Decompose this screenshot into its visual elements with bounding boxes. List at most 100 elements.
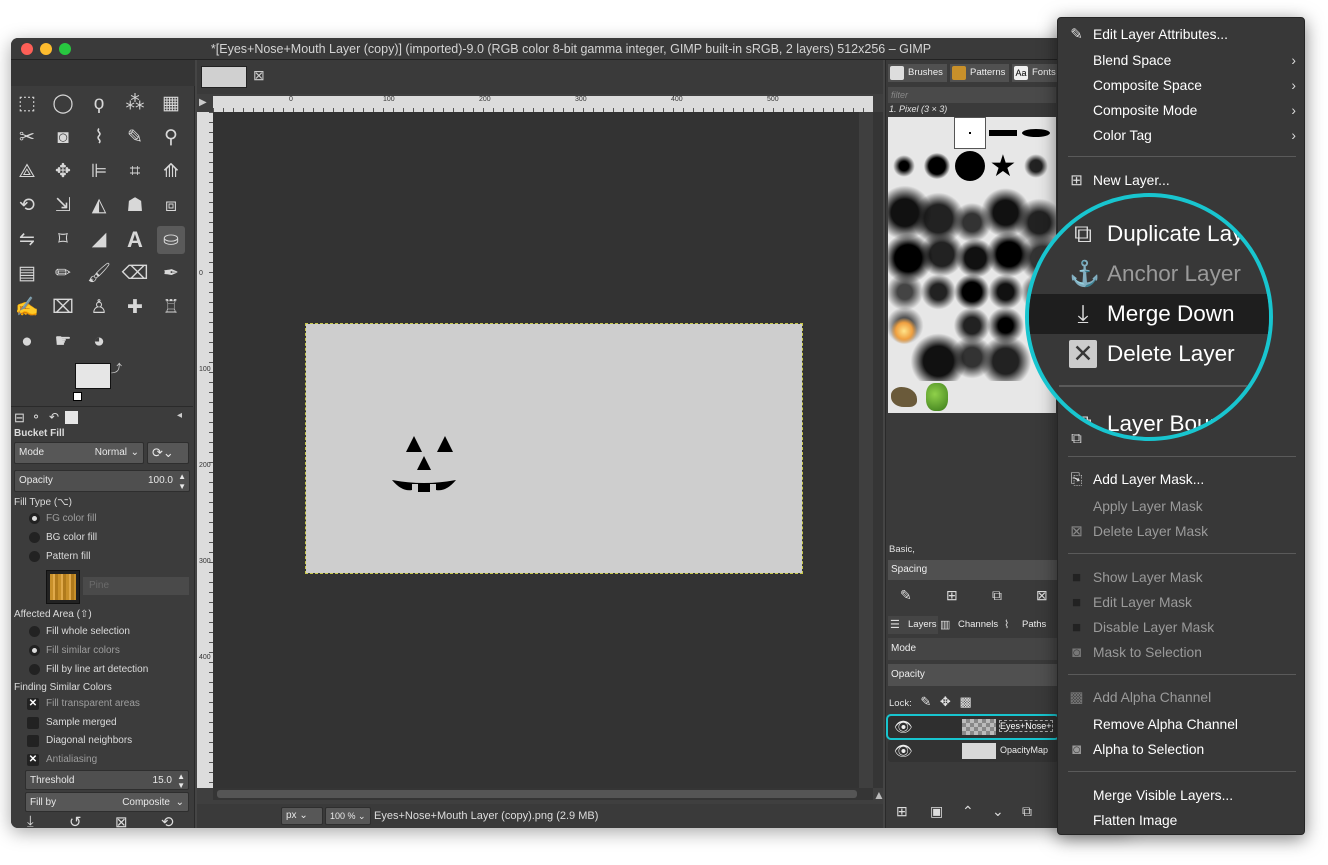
lower-layer-icon[interactable]: ⌄ bbox=[992, 803, 1004, 820]
brush-fuzzy-small[interactable] bbox=[888, 150, 920, 182]
unit-select[interactable]: px ⌄ bbox=[281, 807, 323, 825]
new-layer-group-icon[interactable]: ▣ bbox=[930, 803, 943, 820]
minimize-window-button[interactable] bbox=[40, 43, 52, 55]
perspective-icon[interactable]: ◢ bbox=[85, 226, 113, 254]
undo-history-tab-icon[interactable]: ↶ bbox=[49, 410, 59, 424]
pencil-icon[interactable]: ✏ bbox=[49, 260, 77, 288]
threshold-slider[interactable]: Threshold 15.0 ▲ ▼ bbox=[25, 770, 189, 790]
scissors-icon[interactable]: ✂ bbox=[13, 124, 41, 152]
raise-layer-icon[interactable]: ⌃ bbox=[962, 803, 974, 820]
airbrush-icon[interactable]: ✒ bbox=[157, 260, 185, 288]
brush-pepper[interactable] bbox=[921, 381, 953, 413]
scale-icon[interactable]: ⇲ bbox=[49, 192, 77, 220]
menu-add-alpha-channel[interactable]: ▩ Add Alpha Channel bbox=[1058, 685, 1304, 710]
duplicate-brush-icon[interactable]: ⧉ bbox=[992, 587, 1002, 604]
zoom-window-button[interactable] bbox=[59, 43, 71, 55]
ellipse-select-icon[interactable]: ◯ bbox=[49, 90, 77, 118]
tool-options-tab-icon[interactable]: ⊟ bbox=[14, 410, 25, 426]
lock-position-icon[interactable]: ✥ bbox=[940, 694, 951, 709]
layer-row-opacitymap[interactable]: 👁 OpacityMap bbox=[888, 740, 1058, 762]
reset-mode-button[interactable]: ⟳⌄ bbox=[147, 442, 189, 464]
brush-wilber[interactable] bbox=[888, 381, 920, 413]
paths-icon[interactable]: ⌇ bbox=[85, 124, 113, 152]
tab-paths[interactable]: ⌇ Paths bbox=[1002, 616, 1058, 634]
menu-edit-layer-attributes[interactable]: ✎ Edit Layer Attributes... bbox=[1058, 22, 1304, 47]
rotate-icon[interactable]: ⟲ bbox=[13, 192, 41, 220]
zoom-layer-boundary[interactable]: ⧉ Layer Bound bbox=[1029, 404, 1269, 437]
layer-opacity-slider[interactable]: Opacity bbox=[888, 664, 1058, 686]
delete-brush-icon[interactable]: ⊠ bbox=[1036, 587, 1048, 604]
blur-sharpen-icon[interactable]: ● bbox=[13, 328, 41, 356]
menu-edit-layer-mask[interactable]: ■ Edit Layer Mask bbox=[1058, 590, 1304, 615]
crop-icon[interactable]: ⌗ bbox=[121, 158, 149, 186]
device-status-tab-icon[interactable]: ⚬ bbox=[31, 410, 41, 424]
visibility-eye-icon[interactable]: 👁 bbox=[894, 718, 913, 736]
brush-star[interactable]: ★ bbox=[987, 150, 1019, 183]
menu-alpha-to-selection[interactable]: ◙ Alpha to Selection bbox=[1058, 737, 1304, 762]
image-layer[interactable] bbox=[305, 323, 803, 574]
menu-add-layer-mask[interactable]: ⎘ Add Layer Mask... bbox=[1058, 467, 1304, 492]
ink-icon[interactable]: ✍ bbox=[13, 294, 41, 322]
horizontal-ruler[interactable]: 0 100 200 300 400 500 bbox=[213, 96, 873, 112]
affected-area-radio-lineart[interactable] bbox=[29, 664, 40, 675]
menu-blend-space[interactable]: Blend Space › bbox=[1058, 48, 1304, 73]
brush-splatter[interactable] bbox=[1020, 150, 1052, 182]
perspective-clone-icon[interactable]: ♖ bbox=[157, 294, 185, 322]
menu-remove-alpha-channel[interactable]: Remove Alpha Channel bbox=[1058, 712, 1304, 737]
close-tab-icon[interactable]: ⊠ bbox=[253, 67, 265, 84]
navigate-icon[interactable]: ▲ bbox=[873, 788, 885, 802]
fill-type-radio-bg[interactable] bbox=[29, 532, 40, 543]
eraser-icon[interactable]: ⌫ bbox=[121, 260, 149, 288]
lock-alpha-icon[interactable]: ▩ bbox=[959, 694, 971, 709]
quickmask-menu-icon[interactable]: ▶ bbox=[199, 97, 211, 109]
bucket-fill-icon[interactable]: ⛀ bbox=[157, 226, 185, 254]
rect-select-icon[interactable]: ⬚ bbox=[13, 90, 41, 118]
antialiasing-checkbox[interactable]: ✕ bbox=[27, 754, 39, 766]
align-icon[interactable]: ⊫ bbox=[85, 158, 113, 186]
pattern-button[interactable] bbox=[46, 570, 80, 604]
brush-block[interactable] bbox=[987, 117, 1019, 149]
menu-composite-mode[interactable]: Composite Mode › bbox=[1058, 98, 1304, 123]
color-picker-icon[interactable]: ✎ bbox=[121, 124, 149, 152]
diagonal-neighbors-checkbox[interactable] bbox=[27, 735, 39, 747]
unified-transform-icon[interactable]: ⟰ bbox=[157, 158, 185, 186]
menu-delete-layer-mask[interactable]: ⊠ Delete Layer Mask bbox=[1058, 519, 1304, 544]
shear-icon[interactable]: ◭ bbox=[85, 192, 113, 220]
edit-brush-icon[interactable]: ✎ bbox=[900, 587, 912, 604]
zoom-delete-layer[interactable]: ✕ Delete Layer bbox=[1029, 334, 1269, 374]
foreground-select-icon[interactable]: ◙ bbox=[49, 124, 77, 152]
menu-apply-layer-mask[interactable]: Apply Layer Mask bbox=[1058, 494, 1304, 519]
tab-layers[interactable]: ☰ Layers bbox=[888, 616, 941, 634]
menu-disable-layer-mask[interactable]: ■ Disable Layer Mask bbox=[1058, 615, 1304, 640]
move-icon[interactable]: ✥ bbox=[49, 158, 77, 186]
layer-mode-select[interactable]: Mode bbox=[888, 638, 1058, 660]
tab-patterns[interactable]: Patterns bbox=[950, 64, 1010, 82]
menu-merge-visible-layers[interactable]: Merge Visible Layers... bbox=[1058, 783, 1304, 808]
fg-color-swatch[interactable] bbox=[75, 363, 111, 389]
zoom-duplicate-layer[interactable]: ⧉ Duplicate Lay bbox=[1029, 214, 1269, 254]
zoom-select[interactable]: 100 % ⌄ bbox=[325, 807, 371, 825]
menu-new-layer[interactable]: ⊞ New Layer... bbox=[1058, 168, 1304, 193]
warp-icon[interactable]: ☗ bbox=[121, 192, 149, 220]
menu-color-tag[interactable]: Color Tag › bbox=[1058, 123, 1304, 148]
brush-filter-input[interactable]: filter bbox=[888, 87, 1056, 103]
zoom-anchor-layer[interactable]: ⚓ Anchor Layer bbox=[1029, 254, 1269, 294]
reset-options-icon[interactable]: ⟲ bbox=[161, 813, 174, 828]
paintbrush-icon[interactable]: 🖌 bbox=[85, 260, 113, 288]
new-layer-icon[interactable]: ⊞ bbox=[896, 803, 908, 820]
fill-type-radio-pattern[interactable] bbox=[29, 551, 40, 562]
visibility-eye-icon[interactable]: 👁 bbox=[894, 742, 913, 760]
new-brush-icon[interactable]: ⊞ bbox=[946, 587, 958, 604]
layer-row-eyes[interactable]: 👁 Eyes+Nose+ bbox=[886, 714, 1060, 740]
affected-area-radio-similar[interactable] bbox=[29, 645, 40, 656]
zoom-merge-down[interactable]: ⤓ Merge Down bbox=[1029, 294, 1269, 334]
fill-transparent-checkbox[interactable]: ✕ bbox=[27, 698, 39, 710]
brush-circle[interactable] bbox=[954, 150, 986, 182]
sample-merged-checkbox[interactable] bbox=[27, 717, 39, 729]
affected-area-radio-whole[interactable] bbox=[29, 626, 40, 637]
duplicate-layer-icon[interactable]: ⧉ bbox=[1022, 803, 1032, 820]
close-window-button[interactable] bbox=[21, 43, 33, 55]
brush-fuzzy-medium[interactable] bbox=[921, 150, 953, 182]
dodge-burn-icon[interactable]: ◕ bbox=[85, 328, 113, 356]
fill-type-radio-fg[interactable] bbox=[29, 513, 40, 524]
